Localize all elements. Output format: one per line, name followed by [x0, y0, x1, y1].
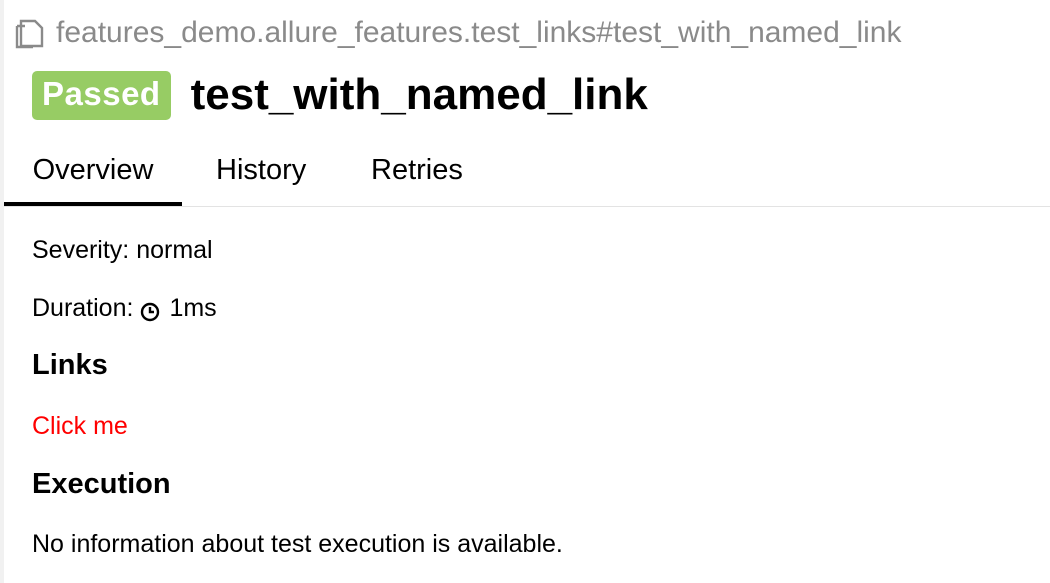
test-header: Passed test_with_named_link	[32, 67, 648, 123]
severity-text: Severity: normal	[32, 236, 213, 264]
copy-icon[interactable]	[14, 16, 48, 50]
execution-heading: Execution	[32, 468, 171, 500]
left-border	[0, 0, 4, 583]
test-full-name: features_demo.allure_features.test_links…	[56, 16, 902, 49]
execution-info: No information about test execution is a…	[32, 530, 563, 558]
test-result-page: features_demo.allure_features.test_links…	[0, 0, 1050, 583]
duration-value: 1ms	[169, 294, 217, 322]
named-link[interactable]: Click me	[32, 408, 128, 444]
page-title: test_with_named_link	[190, 70, 648, 119]
duration-label: Duration:	[32, 294, 134, 322]
status-badge: Passed	[32, 70, 171, 120]
tab-bar: Overview History Retries	[4, 140, 1050, 207]
tab-overview[interactable]: Overview	[4, 140, 182, 206]
tab-history[interactable]: History	[216, 140, 306, 206]
links-heading: Links	[32, 349, 108, 381]
duration-row: Duration: 1ms	[32, 290, 217, 326]
clock-icon	[139, 297, 161, 322]
tab-retries[interactable]: Retries	[371, 140, 463, 206]
breadcrumb: features_demo.allure_features.test_links…	[14, 13, 902, 53]
